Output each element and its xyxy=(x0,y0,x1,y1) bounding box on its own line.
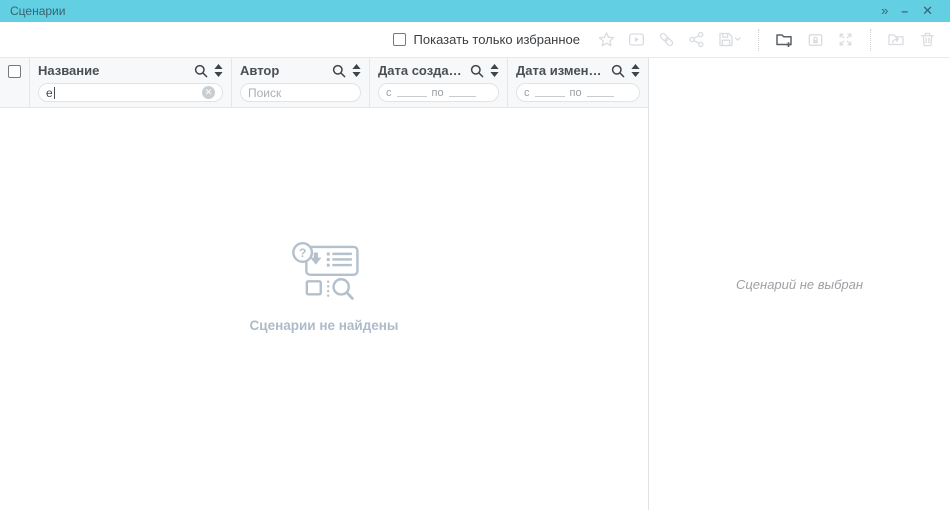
sort-icon[interactable] xyxy=(214,64,223,77)
window-titlebar: Сценарии » – ✕ xyxy=(0,0,950,22)
column-name-header[interactable]: Название xyxy=(38,58,223,83)
app-window: Сценарии » – ✕ Показать только избранное xyxy=(0,0,950,510)
search-icon[interactable] xyxy=(611,64,625,78)
column-modified-date-header[interactable]: Дата изменен… xyxy=(516,58,640,83)
sort-icon[interactable] xyxy=(352,64,361,77)
search-icon[interactable] xyxy=(332,64,346,78)
favorites-filter[interactable]: Показать только избранное xyxy=(393,32,580,47)
lock-box-icon[interactable] xyxy=(807,31,824,48)
save-icon[interactable] xyxy=(718,31,742,48)
search-icon[interactable] xyxy=(194,64,208,78)
scenario-details-panel: Сценарий не выбран xyxy=(648,58,950,510)
no-selection-message: Сценарий не выбран xyxy=(736,277,863,292)
run-icon[interactable] xyxy=(628,31,645,48)
column-name-label: Название xyxy=(38,63,99,78)
window-title: Сценарии xyxy=(10,4,65,18)
column-created-date-label: Дата создания xyxy=(378,63,464,78)
favorites-label: Показать только избранное xyxy=(414,32,580,47)
window-more-button[interactable]: » xyxy=(874,0,894,22)
sort-icon[interactable] xyxy=(631,64,640,77)
column-modified-date-label: Дата изменен… xyxy=(516,63,605,78)
link-icon[interactable] xyxy=(658,31,675,48)
empty-state-message: Сценарии не найдены xyxy=(250,318,399,333)
create-folder-icon[interactable] xyxy=(775,31,794,48)
column-author-label: Автор xyxy=(240,63,279,78)
content-area: Название xyxy=(0,58,950,510)
scenarios-list-pane: Название xyxy=(0,58,648,510)
toolbar-divider xyxy=(758,29,759,51)
search-icon[interactable] xyxy=(470,64,484,78)
star-icon[interactable] xyxy=(598,31,615,48)
window-close-button[interactable]: ✕ xyxy=(915,0,940,22)
expand-icon[interactable] xyxy=(837,31,854,48)
select-all-checkbox[interactable] xyxy=(8,65,21,78)
trash-icon[interactable] xyxy=(919,31,936,48)
toolbar-icons xyxy=(598,29,936,51)
sort-icon[interactable] xyxy=(490,64,499,77)
column-author-header[interactable]: Автор xyxy=(240,58,361,83)
share-icon[interactable] xyxy=(688,31,705,48)
empty-state-illustration: ? xyxy=(285,242,363,302)
toolbar-divider xyxy=(870,29,871,51)
svg-text:?: ? xyxy=(299,245,306,259)
empty-state: ? Сценарии не найдены xyxy=(0,86,648,488)
export-folder-icon[interactable] xyxy=(887,31,906,48)
toolbar: Показать только избранное xyxy=(0,22,950,58)
column-created-date-header[interactable]: Дата создания xyxy=(378,58,499,83)
favorites-checkbox[interactable] xyxy=(393,33,406,46)
window-minimize-button[interactable]: – xyxy=(894,0,915,22)
